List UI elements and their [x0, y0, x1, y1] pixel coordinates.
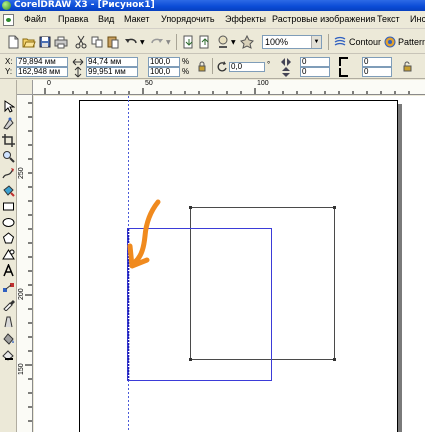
corner-top-right-field[interactable]: 0	[362, 57, 392, 67]
coreldraw-app-icon	[2, 1, 11, 10]
menu-file[interactable]: Файл	[24, 14, 46, 24]
redo-icon[interactable]	[150, 35, 164, 49]
height-field[interactable]: 99,951 мм	[86, 67, 138, 77]
freehand-tool-icon[interactable]	[2, 167, 15, 180]
paste-icon[interactable]	[106, 35, 120, 49]
corel-online-icon[interactable]	[240, 35, 254, 49]
scale-y-field[interactable]: 100,0	[148, 67, 180, 77]
menu-edit[interactable]: Правка	[58, 14, 88, 24]
x-label: X:	[5, 57, 13, 66]
vertical-ruler[interactable]: 250 200 150	[17, 95, 33, 432]
text-tool-icon[interactable]	[2, 264, 15, 277]
drawing-area	[79, 96, 402, 432]
hruler-label-50: 50	[145, 80, 153, 87]
print-icon[interactable]	[54, 35, 68, 49]
menu-layout[interactable]: Макет	[124, 14, 149, 24]
fill-tool-icon[interactable]	[2, 332, 15, 345]
pattern-label[interactable]: Pattern	[398, 37, 425, 47]
horizontal-ruler[interactable]: 0 50 100	[33, 80, 425, 95]
smart-fill-tool-icon[interactable]	[2, 184, 15, 197]
toolbox	[0, 80, 17, 432]
y-label: Y:	[5, 67, 13, 76]
redo-dropdown-icon[interactable]: ▼	[166, 39, 171, 46]
menu-tools[interactable]: Инс	[410, 14, 425, 24]
application-launcher-icon[interactable]	[216, 35, 230, 49]
outline-tool-icon[interactable]	[2, 315, 15, 328]
interactive-blend-tool-icon[interactable]	[2, 281, 15, 294]
eyedropper-tool-icon[interactable]	[2, 298, 15, 311]
vruler-label-200: 200	[18, 288, 25, 300]
rotate-icon	[216, 61, 228, 73]
x-position-field[interactable]: 79,894 мм	[16, 57, 68, 67]
toolbar-separator	[212, 58, 213, 74]
open-folder-icon[interactable]	[22, 35, 36, 49]
document-icon[interactable]	[3, 14, 14, 26]
menu-view[interactable]: Вид	[98, 14, 114, 24]
rectangle-tool-icon[interactable]	[2, 200, 15, 213]
import-icon[interactable]	[182, 35, 196, 49]
second-rectangle-node[interactable]	[189, 358, 192, 361]
menu-bitmaps[interactable]: Растровые изображения	[272, 14, 375, 24]
standard-toolbar: ▼ ▼ ▼ 100% ▼ Contour Pattern	[0, 30, 425, 54]
menu-bar: Файл Правка Вид Макет Упорядочить Эффект…	[0, 11, 425, 29]
toolbar-separator	[328, 34, 329, 50]
width-field[interactable]: 94,74 мм	[86, 57, 138, 67]
vertical-ruler-ticks	[25, 102, 32, 422]
hruler-label-100: 100	[257, 80, 269, 87]
drawing-canvas[interactable]	[34, 96, 425, 432]
contour-label[interactable]: Contour	[349, 37, 381, 47]
corner-bottom-left-field[interactable]: 0	[300, 67, 330, 77]
new-document-icon[interactable]	[6, 35, 20, 49]
menu-arrange[interactable]: Упорядочить	[161, 14, 215, 24]
pattern-icon[interactable]	[383, 35, 397, 49]
height-icon	[72, 66, 84, 78]
pick-tool-icon[interactable]	[2, 100, 15, 113]
zoom-tool-icon[interactable]	[2, 150, 15, 163]
round-corners-lock-icon[interactable]	[402, 61, 414, 73]
vruler-label-250: 250	[18, 167, 25, 179]
vruler-label-150: 150	[18, 363, 25, 375]
ruler-origin[interactable]	[17, 80, 33, 95]
polygon-tool-icon[interactable]	[2, 232, 15, 245]
launcher-dropdown-icon[interactable]: ▼	[231, 39, 236, 46]
scale-y-percent: %	[182, 67, 190, 76]
window-title: CorelDRAW X3 - [Рисунок1]	[14, 0, 155, 10]
undo-dropdown-icon[interactable]: ▼	[140, 39, 145, 46]
second-rectangle-node[interactable]	[189, 206, 192, 209]
export-icon[interactable]	[198, 35, 212, 49]
second-rectangle-node[interactable]	[333, 358, 336, 361]
undo-icon[interactable]	[124, 35, 138, 49]
cut-icon[interactable]	[74, 35, 88, 49]
copy-icon[interactable]	[90, 35, 104, 49]
interactive-fill-tool-icon[interactable]	[2, 348, 15, 361]
mirror-vertical-icon[interactable]	[280, 66, 292, 78]
toolbar-separator	[176, 34, 177, 50]
horizontal-ruler-ticks	[44, 88, 410, 94]
rotation-field[interactable]: 0,0	[229, 62, 265, 72]
crop-tool-icon[interactable]	[2, 134, 15, 147]
shape-tool-icon[interactable]	[2, 117, 15, 130]
menu-text[interactable]: Текст	[377, 14, 400, 24]
zoom-level-select[interactable]: 100% ▼	[262, 35, 322, 49]
title-bar: CorelDRAW X3 - [Рисунок1]	[0, 0, 425, 11]
corner-bottom-right-icon	[338, 66, 350, 78]
corner-bottom-right-field[interactable]: 0	[362, 67, 392, 77]
save-icon[interactable]	[38, 35, 52, 49]
lock-ratio-icon[interactable]	[196, 61, 208, 73]
zoom-level-value: 100%	[265, 37, 289, 47]
contour-icon[interactable]	[333, 35, 347, 49]
second-rectangle-node[interactable]	[333, 206, 336, 209]
property-bar: X: 79,894 мм Y: 162,948 мм 94,74 мм 99,9…	[0, 55, 425, 79]
hruler-label-0: 0	[47, 80, 51, 87]
ellipse-tool-icon[interactable]	[2, 216, 15, 229]
corner-top-left-field[interactable]: 0	[300, 57, 330, 67]
basic-shapes-tool-icon[interactable]	[2, 248, 15, 261]
rotation-degree: °	[267, 60, 271, 69]
scale-x-field[interactable]: 100,0	[148, 57, 180, 67]
scale-x-percent: %	[182, 57, 190, 66]
y-position-field[interactable]: 162,948 мм	[16, 67, 68, 77]
menu-effects[interactable]: Эффекты	[225, 14, 266, 24]
zoom-dropdown-icon[interactable]: ▼	[311, 36, 321, 48]
page-shadow	[398, 104, 402, 432]
